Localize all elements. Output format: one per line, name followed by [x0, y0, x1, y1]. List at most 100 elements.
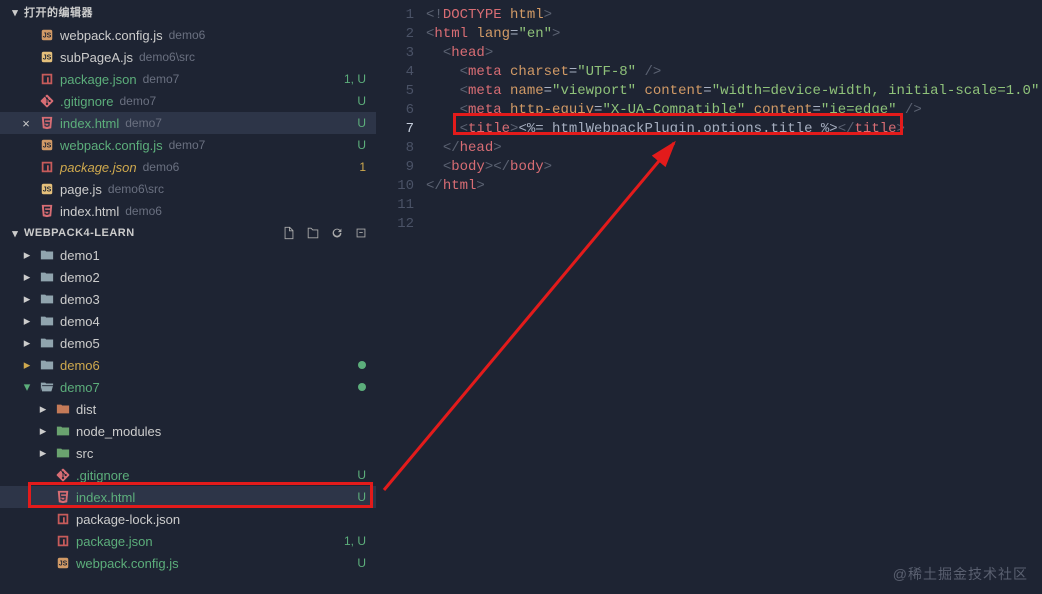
- file-label: index.html: [60, 204, 119, 219]
- file-label: package.json: [60, 160, 137, 175]
- open-editor-item[interactable]: JSwebpack.config.jsdemo6: [0, 24, 376, 46]
- folder-item[interactable]: ▸ demo3: [0, 288, 376, 310]
- item-label: dist: [76, 402, 96, 417]
- open-editors-list: JS webpack.config.js demo6 JS subPageA.js dem…: [0, 24, 376, 222]
- folder-item[interactable]: ▸demo4: [0, 310, 376, 332]
- close-icon[interactable]: ×: [18, 116, 34, 131]
- file-path: demo7: [143, 72, 180, 86]
- folder-icon: [54, 402, 72, 416]
- file-item[interactable]: package.json1, U: [0, 530, 376, 552]
- file-item[interactable]: index.htmlU: [0, 486, 376, 508]
- folder-icon: [38, 314, 56, 328]
- file-path: demo7: [125, 116, 162, 130]
- folder-icon: [38, 336, 56, 350]
- code-line: <meta charset="UTF-8" />: [426, 63, 1042, 82]
- item-label: demo4: [60, 314, 100, 329]
- open-editor-item[interactable]: index.htmldemo6: [0, 200, 376, 222]
- new-file-icon[interactable]: [282, 226, 296, 240]
- file-item[interactable]: JSwebpack.config.jsU: [0, 552, 376, 574]
- file-label: webpack.config.js: [60, 28, 163, 43]
- code-editor[interactable]: 123456789101112 <!DOCTYPE html><html lan…: [376, 0, 1042, 594]
- line-gutter: 123456789101112: [376, 0, 426, 234]
- folder-icon: [38, 380, 56, 394]
- code-content: <!DOCTYPE html><html lang="en"> <head> <…: [426, 0, 1042, 196]
- folder-icon: [54, 446, 72, 460]
- chevron-down-icon: ▾: [18, 379, 36, 395]
- html-icon: [54, 490, 72, 504]
- js-orange-icon: JS: [38, 28, 56, 42]
- open-editor-item[interactable]: .gitignoredemo7U: [0, 90, 376, 112]
- code-line: <head>: [426, 44, 1042, 63]
- chevron-right-icon: ▸: [34, 401, 52, 417]
- item-label: demo1: [60, 248, 100, 263]
- item-label: index.html: [76, 490, 135, 505]
- open-editor-item[interactable]: JSwebpack.config.jsdemo7U: [0, 134, 376, 156]
- file-label: .gitignore: [60, 94, 113, 109]
- file-label: subPageA.js: [60, 50, 133, 65]
- file-path: demo7: [169, 138, 206, 152]
- explorer-title: WEBPACK4-LEARN: [24, 227, 282, 239]
- file-path: demo6: [143, 160, 180, 174]
- open-editor-item[interactable]: JSsubPageA.jsdemo6\src: [0, 46, 376, 68]
- npm-icon: [38, 72, 56, 86]
- explorer-tree: ▸demo1▸demo2▸demo3▸demo4▸demo5▸demo6▾dem…: [0, 244, 376, 574]
- collapse-all-icon[interactable]: [354, 226, 368, 240]
- js-yellow-icon: JS: [38, 50, 56, 64]
- folder-icon: [38, 358, 56, 372]
- watermark: @稀土掘金技术社区: [893, 564, 1028, 584]
- chevron-right-icon: ▸: [18, 357, 36, 373]
- new-folder-icon[interactable]: [306, 226, 320, 240]
- modified-dot: [358, 361, 366, 369]
- html-icon: [38, 116, 56, 130]
- open-editor-item[interactable]: ×index.htmldemo7U: [0, 112, 376, 134]
- file-label: package.json: [60, 72, 137, 87]
- folder-icon: [38, 248, 56, 262]
- git-status: U: [357, 468, 366, 482]
- chevron-down-icon: ▾: [8, 227, 22, 240]
- folder-icon: [54, 424, 72, 438]
- chevron-right-icon: ▸: [34, 423, 52, 439]
- svg-text:JS: JS: [43, 33, 52, 40]
- js-orange-icon: JS: [54, 556, 72, 570]
- folder-icon: [38, 270, 56, 284]
- open-editor-item[interactable]: package.jsondemo61: [0, 156, 376, 178]
- item-label: src: [76, 446, 93, 461]
- item-label: package-lock.json: [76, 512, 180, 527]
- git-icon: [38, 94, 56, 108]
- code-line: </html>: [426, 177, 1042, 196]
- file-path: demo6\src: [108, 182, 164, 196]
- code-line: <!DOCTYPE html>: [426, 6, 1042, 25]
- js-yellow-icon: JS: [38, 182, 56, 196]
- folder-item[interactable]: ▸ dist: [0, 398, 376, 420]
- git-status: 1, U: [344, 72, 366, 86]
- svg-text:JS: JS: [59, 561, 68, 568]
- refresh-icon[interactable]: [330, 226, 344, 240]
- code-line: <html lang="en">: [426, 25, 1042, 44]
- file-item[interactable]: package-lock.json: [0, 508, 376, 530]
- folder-item[interactable]: ▸src: [0, 442, 376, 464]
- open-editor-item[interactable]: package.json demo7 1, U: [0, 68, 376, 90]
- open-editor-item[interactable]: JSpage.jsdemo6\src: [0, 178, 376, 200]
- open-editors-header[interactable]: ▾ 打开的编辑器: [0, 0, 376, 24]
- folder-item[interactable]: ▸ demo6: [0, 354, 376, 376]
- item-label: demo2: [60, 270, 100, 285]
- modified-dot: [358, 383, 366, 391]
- item-label: demo3: [60, 292, 100, 307]
- chevron-right-icon: ▸: [18, 291, 36, 307]
- svg-text:JS: JS: [43, 55, 52, 62]
- explorer-header[interactable]: ▾ WEBPACK4-LEARN: [0, 222, 376, 244]
- item-label: demo6: [60, 358, 100, 373]
- file-label: webpack.config.js: [60, 138, 163, 153]
- code-line: <title><%= htmlWebpackPlugin.options.tit…: [426, 120, 1042, 139]
- svg-text:JS: JS: [43, 187, 52, 194]
- file-item[interactable]: .gitignoreU: [0, 464, 376, 486]
- folder-item[interactable]: ▸demo1: [0, 244, 376, 266]
- chevron-down-icon: ▾: [8, 6, 22, 19]
- folder-item[interactable]: ▸demo2: [0, 266, 376, 288]
- folder-item[interactable]: ▸demo5: [0, 332, 376, 354]
- folder-item[interactable]: ▾demo7: [0, 376, 376, 398]
- folder-item[interactable]: ▸node_modules: [0, 420, 376, 442]
- npm-icon: [54, 534, 72, 548]
- js-orange-icon: JS: [38, 138, 56, 152]
- svg-text:JS: JS: [43, 143, 52, 150]
